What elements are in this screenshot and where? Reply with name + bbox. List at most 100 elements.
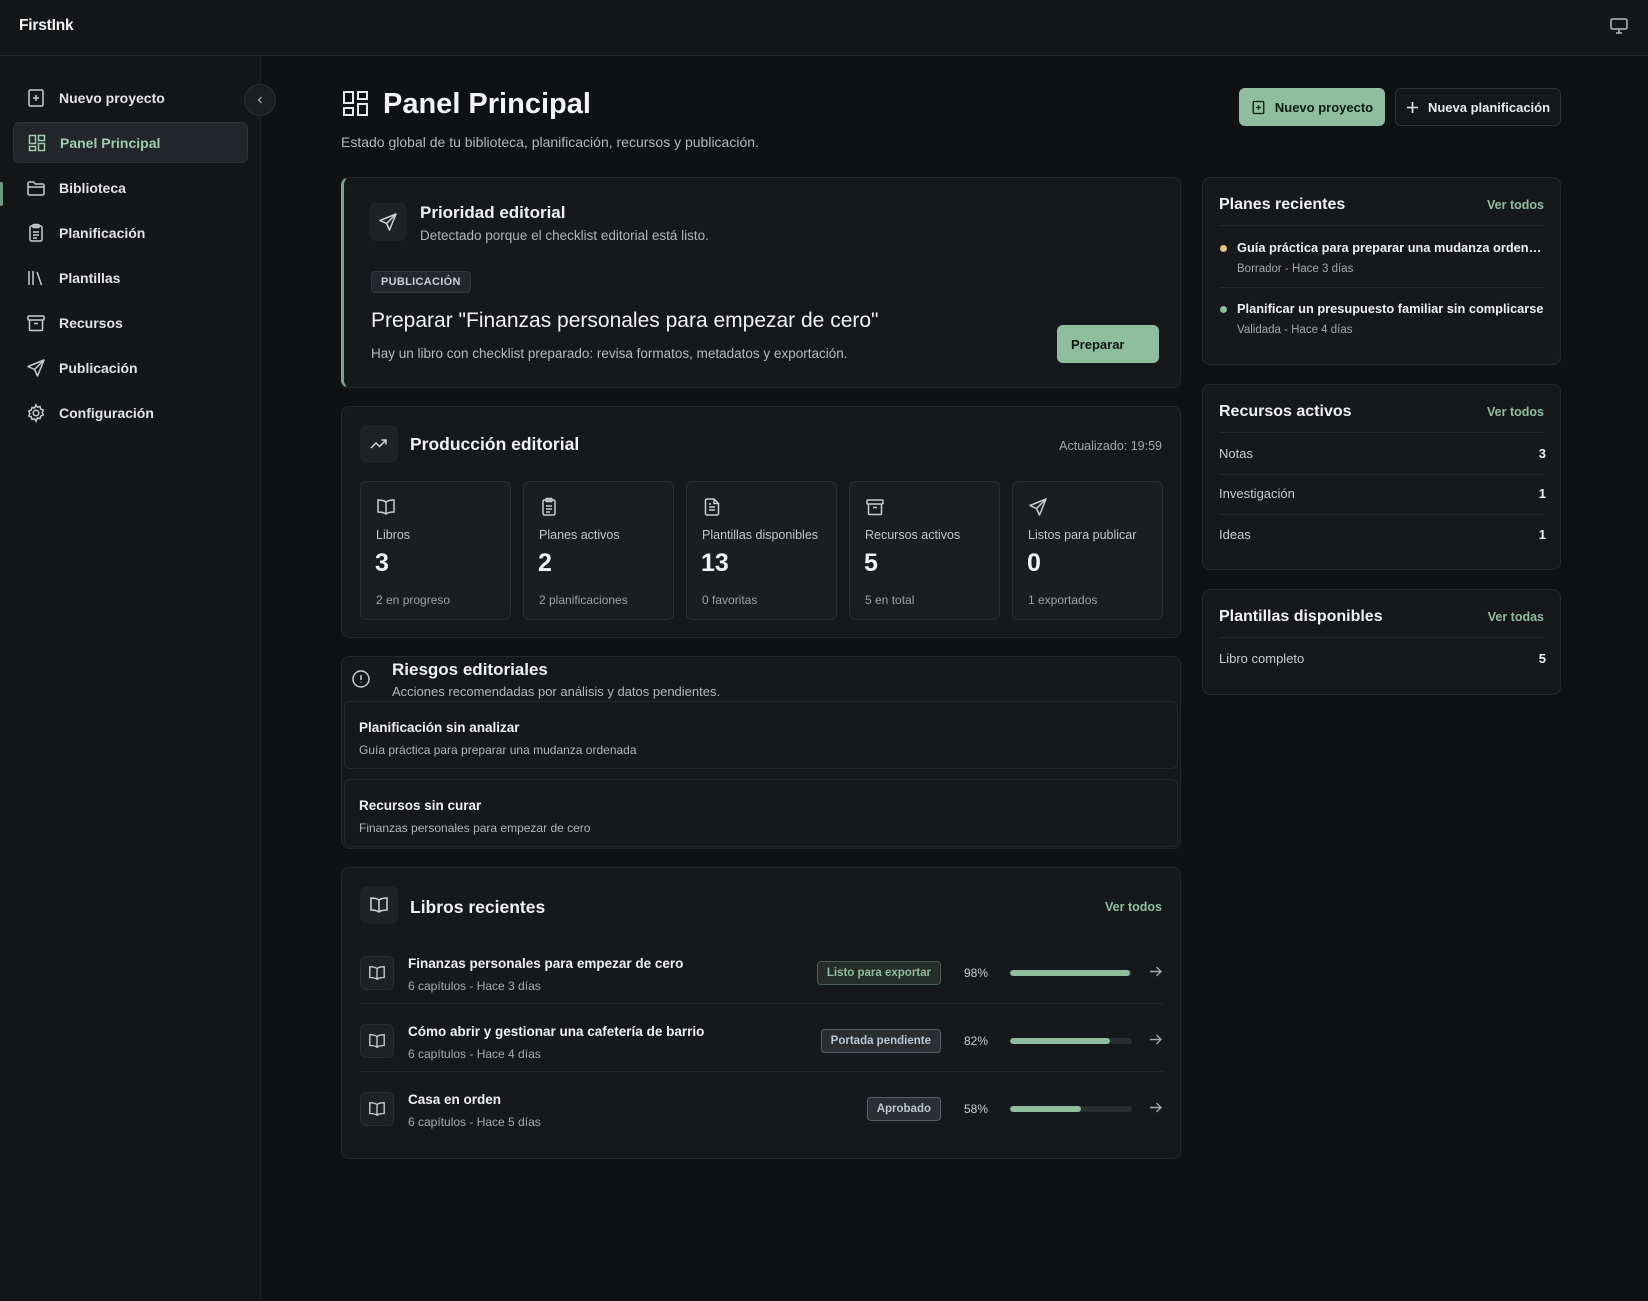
risk-item-subtitle: Finanzas personales para empezar de cero (359, 821, 591, 835)
stat-card-listos[interactable]: Listos para publicar 0 1 exportados (1012, 481, 1163, 620)
book-title: Finanzas personales para empezar de cero (408, 956, 684, 971)
book-icon (360, 956, 394, 990)
divider (360, 1071, 1163, 1072)
resource-row[interactable]: Investigación 1 (1219, 474, 1546, 514)
plan-item[interactable]: Planificar un presupuesto familiar sin c… (1219, 301, 1546, 341)
preparar-button[interactable]: Preparar (1057, 325, 1159, 363)
stat-label: Recursos activos (865, 528, 961, 542)
progress-bar (1010, 970, 1132, 976)
stat-value: 2 (538, 549, 552, 577)
book-row[interactable]: Finanzas personales para empezar de cero… (360, 947, 1163, 1016)
stat-sub: 1 exportados (1028, 593, 1098, 607)
book-open-icon (360, 886, 398, 924)
ver-todos-link[interactable]: Ver todos (1487, 198, 1544, 212)
priority-card: Prioridad editorial Detectado porque el … (341, 177, 1181, 388)
clipboard-icon (539, 497, 559, 517)
active-indicator (0, 182, 3, 206)
resource-row[interactable]: Ideas 1 (1219, 515, 1546, 555)
book-meta: 6 capítulos - Hace 5 días (408, 1115, 541, 1129)
recent-books-card: Libros recientes Ver todos Finanzas pers… (341, 867, 1181, 1159)
progress-fill (1010, 1106, 1081, 1112)
stat-label: Listos para publicar (1028, 528, 1137, 542)
updated-time: Actualizado: 19:59 (1059, 439, 1162, 453)
priority-subtitle: Detectado porque el checklist editorial … (420, 228, 709, 243)
sidebar-item-planificacion[interactable]: Planificación (13, 212, 248, 253)
monitor-icon[interactable] (1610, 18, 1628, 34)
nueva-planificacion-button[interactable]: Nueva planificación (1395, 88, 1561, 126)
nuevo-proyecto-button[interactable]: Nuevo proyecto (1239, 88, 1385, 126)
production-title: Producción editorial (410, 434, 580, 454)
sidebar-item-publicacion[interactable]: Publicación (13, 347, 248, 388)
risk-item[interactable]: Recursos sin curar Finanzas personales p… (344, 779, 1178, 847)
status-dot (1220, 245, 1227, 252)
send-icon (26, 358, 46, 378)
sidebar-item-label: Plantillas (59, 269, 121, 286)
sidebar-item-nuevo-proyecto[interactable]: Nuevo proyecto (13, 77, 248, 118)
stat-sub: 0 favoritas (702, 593, 758, 607)
archive-icon (865, 497, 885, 517)
gear-icon (26, 402, 46, 423)
folder-icon (26, 178, 46, 198)
sidebar-item-configuracion[interactable]: Configuración (13, 392, 248, 433)
resource-row[interactable]: Notas 3 (1219, 434, 1546, 474)
templates-title: Plantillas disponibles (1219, 608, 1383, 625)
sidebar-item-recursos[interactable]: Recursos (13, 302, 248, 343)
dashboard-icon (27, 133, 47, 153)
risk-item-title: Recursos sin curar (359, 798, 482, 813)
collapse-sidebar-button[interactable] (244, 84, 276, 116)
risk-item-subtitle: Guía práctica para preparar una mudanza … (359, 743, 637, 757)
progress-bar (1010, 1038, 1132, 1044)
stat-card-planes[interactable]: Planes activos 2 2 planificaciones (523, 481, 674, 620)
risks-card: Riesgos editoriales Acciones recomendada… (341, 656, 1181, 849)
status-dot (1220, 306, 1227, 313)
app-logo[interactable]: FirstInk (19, 17, 74, 35)
button-label: Nueva planificación (1427, 99, 1551, 115)
stat-card-libros[interactable]: Libros 3 2 en progreso (360, 481, 511, 620)
template-row[interactable]: Libro completo 5 (1219, 639, 1546, 679)
recent-plans-title: Planes recientes (1219, 196, 1346, 213)
template-label: Libro completo (1219, 651, 1305, 666)
arrow-right-icon[interactable] (1148, 1100, 1163, 1115)
divider (360, 1003, 1163, 1004)
progress-percent: 58% (964, 1102, 989, 1116)
resource-label: Investigación (1219, 486, 1295, 501)
ver-todos-link[interactable]: Ver todos (1105, 900, 1162, 914)
archive-icon (26, 313, 46, 333)
resource-label: Ideas (1219, 527, 1251, 542)
book-icon (360, 1024, 394, 1058)
resource-label: Notas (1219, 446, 1253, 461)
sidebar-item-panel-principal[interactable]: Panel Principal (13, 122, 248, 163)
recent-books-title: Libros recientes (410, 897, 546, 917)
priority-description: Hay un libro con checklist preparado: re… (371, 346, 848, 361)
stat-card-recursos[interactable]: Recursos activos 5 5 en total (849, 481, 1000, 620)
resource-count: 3 (1538, 446, 1546, 461)
page-title: Panel Principal (383, 88, 591, 120)
progress-percent: 82% (964, 1034, 989, 1048)
progress-percent: 98% (964, 966, 989, 980)
book-icon (360, 1092, 394, 1126)
clipboard-icon (26, 223, 46, 243)
stat-sub: 5 en total (865, 593, 915, 607)
risk-item-title: Planificación sin analizar (359, 720, 520, 735)
arrow-right-icon[interactable] (1148, 1032, 1163, 1047)
book-meta: 6 capítulos - Hace 3 días (408, 979, 541, 993)
risk-item[interactable]: Planificación sin analizar Guía práctica… (344, 701, 1178, 769)
stat-value: 13 (701, 549, 729, 577)
progress-bar (1010, 1106, 1132, 1112)
sidebar: Nuevo proyecto Panel Principal Bibliotec… (0, 56, 261, 1301)
priority-title: Prioridad editorial (420, 203, 566, 222)
book-row[interactable]: Casa en orden 6 capítulos - Hace 5 días … (360, 1083, 1163, 1152)
sidebar-item-biblioteca[interactable]: Biblioteca (13, 167, 248, 208)
progress-fill (1010, 1038, 1111, 1044)
status-badge: Aprobado (866, 1097, 941, 1121)
plan-item[interactable]: Guía práctica para preparar una mudanza … (1219, 240, 1546, 280)
book-row[interactable]: Cómo abrir y gestionar una cafetería de … (360, 1015, 1163, 1084)
library-icon (26, 268, 46, 288)
sidebar-item-label: Configuración (59, 404, 154, 421)
stat-card-plantillas[interactable]: Plantillas disponibles 13 0 favoritas (686, 481, 837, 620)
ver-todas-link[interactable]: Ver todas (1488, 610, 1544, 624)
resource-count: 1 (1538, 486, 1546, 501)
arrow-right-icon[interactable] (1148, 964, 1163, 979)
sidebar-item-plantillas[interactable]: Plantillas (13, 257, 248, 298)
ver-todos-link[interactable]: Ver todos (1487, 405, 1544, 419)
